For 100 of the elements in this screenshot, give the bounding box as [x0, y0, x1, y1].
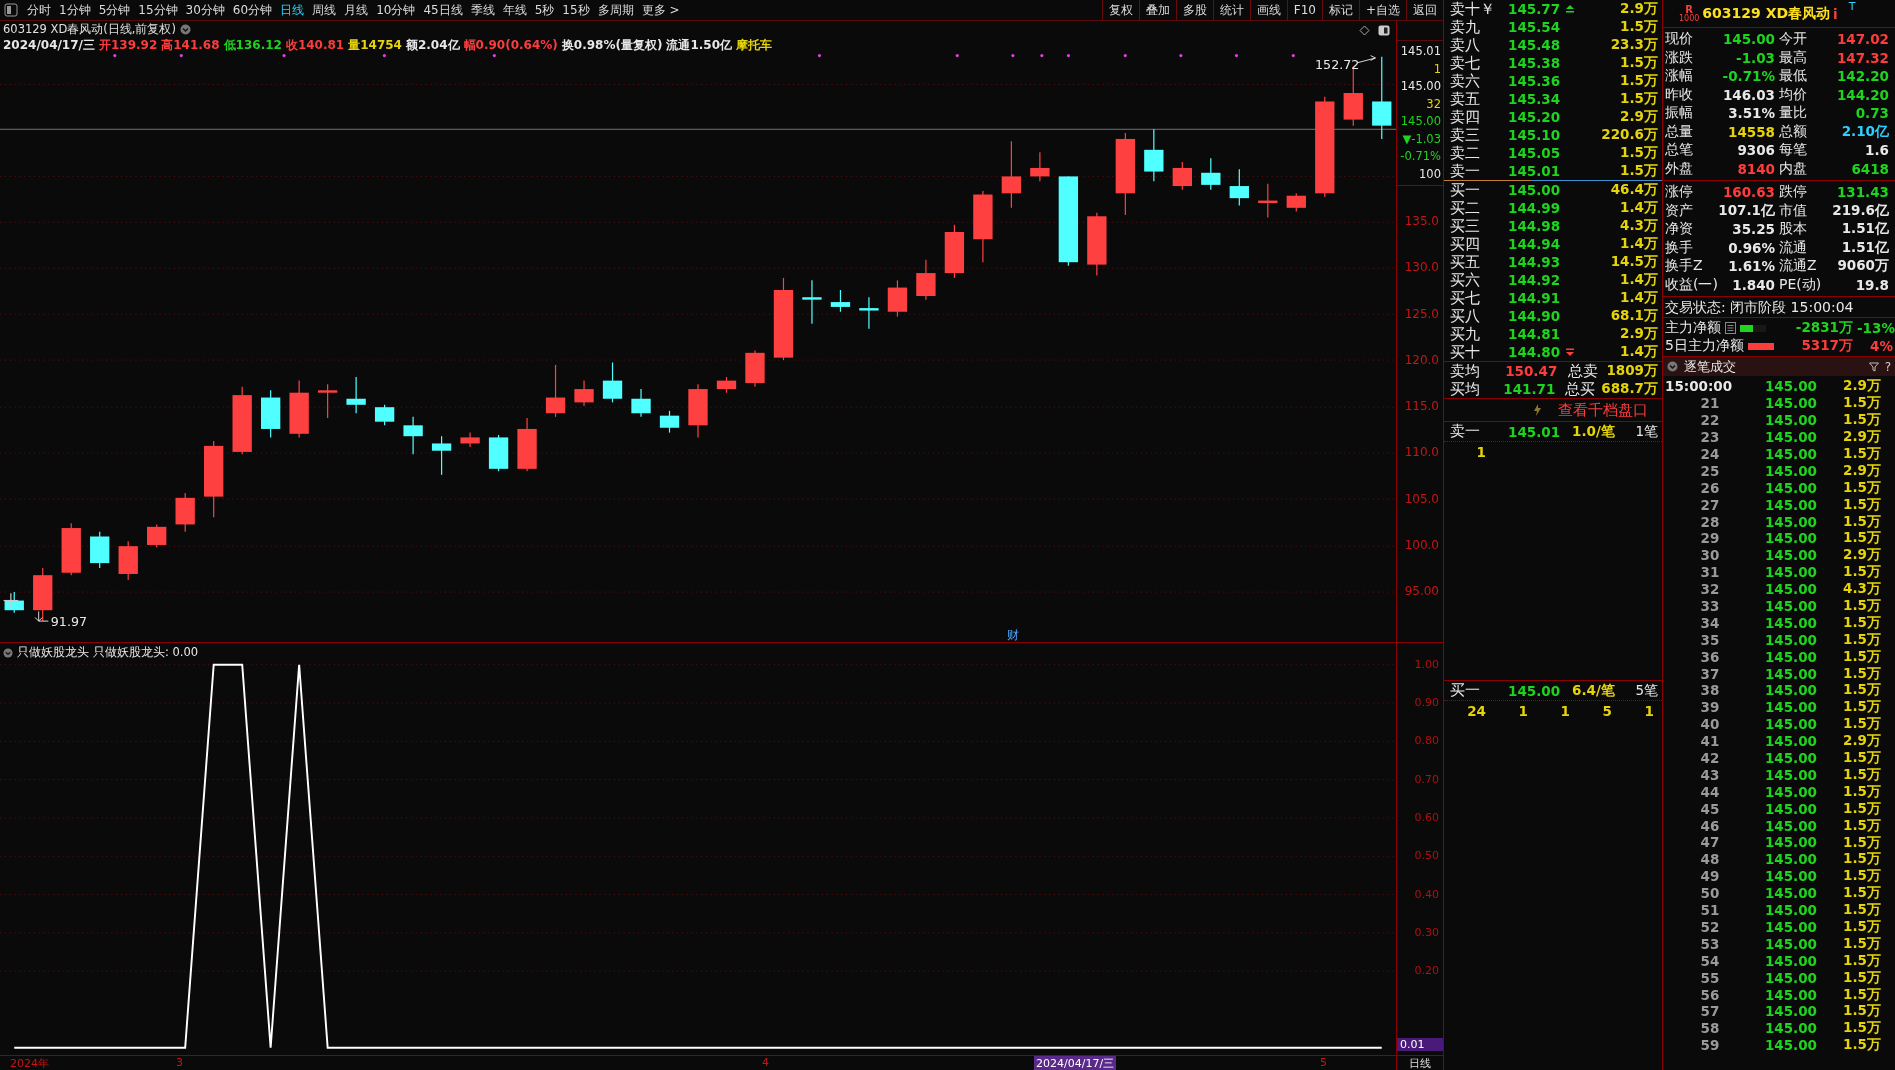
period-tab[interactable]: 年线: [498, 0, 531, 20]
period-tab[interactable]: 月线: [340, 0, 373, 20]
candlestick: [261, 389, 281, 439]
candlestick: [232, 386, 252, 455]
period-tab[interactable]: 15秒: [558, 0, 594, 20]
signal-dot: [179, 54, 183, 58]
candlestick: [716, 376, 737, 394]
flow-label: 主力净额: [1665, 319, 1721, 337]
quote-info: 高141.68: [161, 37, 220, 53]
bid-volume: 1.4万: [1619, 235, 1658, 253]
ask-level-label: 卖十￥: [1450, 0, 1496, 19]
period-tab[interactable]: 季线: [466, 0, 499, 20]
chevron-down-icon[interactable]: [1667, 361, 1678, 372]
ask-level-label: 卖一: [1450, 161, 1481, 181]
quote-info: 流通1.50亿: [666, 37, 732, 53]
window-icon[interactable]: [1378, 25, 1390, 36]
total-volume: 688.7万: [1601, 380, 1658, 398]
trade-volume: 1.5万: [1842, 681, 1881, 700]
trade-price: 145.00: [1763, 682, 1817, 699]
toolbar-button[interactable]: 标记: [1321, 0, 1359, 20]
period-tab[interactable]: 分时: [23, 0, 55, 20]
period-tab[interactable]: 1分钟: [55, 0, 95, 20]
period-tab[interactable]: 日线: [276, 0, 309, 20]
ask-volume: 1.5万: [1619, 18, 1658, 36]
bid-level-label: 买十: [1450, 342, 1481, 362]
candlestick: [859, 296, 879, 330]
ask-price: 145.54: [1508, 19, 1562, 35]
crosshair-icon: [3, 592, 19, 609]
stat-label: 涨幅: [1665, 67, 1693, 86]
stat-label: 换手: [1665, 238, 1693, 257]
signal-dot: [1179, 54, 1183, 58]
period-tab[interactable]: 15分钟: [134, 0, 182, 20]
candlestick: [4, 591, 24, 614]
period-tab[interactable]: 30分钟: [181, 0, 229, 20]
chevron-down-icon[interactable]: [3, 647, 13, 658]
list-icon[interactable]: [1725, 322, 1736, 334]
period-tab[interactable]: 10分钟: [372, 0, 420, 20]
stat-value: 14558: [1727, 123, 1775, 140]
stat-label: PE(动): [1779, 275, 1822, 294]
axis-tick-label: 0.30: [1414, 924, 1439, 941]
stat-value: 8140: [1736, 160, 1775, 177]
trade-volume: 1.5万: [1842, 816, 1881, 835]
period-tab[interactable]: 5秒: [530, 0, 559, 20]
candlestick: [61, 522, 81, 576]
filter-icon[interactable]: [1868, 361, 1879, 372]
trade-price: 145.00: [1763, 902, 1817, 919]
candlestick: [488, 434, 509, 472]
bid-volume: 1.4万: [1619, 199, 1658, 217]
panel-toggle-icon[interactable]: [4, 3, 18, 17]
ask-volume: 1.5万: [1619, 144, 1658, 162]
stat-label: 资产: [1665, 201, 1693, 220]
bid-price: 144.93: [1508, 254, 1562, 270]
trade-price: 145.00: [1763, 446, 1817, 462]
trade-volume: 1.5万: [1842, 934, 1881, 953]
stat-value: 144.20: [1835, 86, 1889, 103]
trade-volume: 1.5万: [1842, 833, 1881, 852]
toolbar-button[interactable]: +自选: [1358, 0, 1406, 20]
queue-label: 卖一: [1450, 422, 1481, 441]
trade-price: 145.00: [1763, 783, 1817, 800]
trade-volume: 1.5万: [1842, 445, 1881, 463]
trade-volume: 1.5万: [1842, 411, 1881, 430]
period-tab[interactable]: 45日线: [419, 0, 467, 20]
candlestick: [90, 531, 110, 569]
toolbar-button[interactable]: 复权: [1101, 0, 1139, 20]
depth-link[interactable]: 查看千档盘口: [1558, 400, 1648, 420]
toolbar-button[interactable]: 多股: [1175, 0, 1213, 20]
signal-dot: [1123, 54, 1127, 58]
bid-volume: 68.1万: [1609, 307, 1658, 325]
average-price: 150.47: [1505, 363, 1559, 379]
trade-price: 145.00: [1763, 834, 1817, 851]
toolbar-button[interactable]: 画线: [1249, 0, 1287, 20]
toolbar-button[interactable]: 返回: [1406, 0, 1443, 20]
trade-volume: 1.5万: [1842, 901, 1881, 920]
period-tab[interactable]: 更多 >: [637, 0, 684, 20]
stat-value: 6418: [1850, 160, 1889, 177]
chevron-down-icon[interactable]: [179, 23, 191, 35]
legend-label: 只做妖股龙头: 0.00: [93, 645, 199, 660]
period-tab[interactable]: 多周期: [593, 0, 638, 20]
stat-value: 145.00: [1721, 31, 1775, 48]
toolbar-button[interactable]: 统计: [1212, 0, 1250, 20]
help-link[interactable]: ?: [1884, 359, 1891, 374]
candlestick: [1001, 140, 1022, 209]
trade-volume: 1.5万: [1842, 563, 1881, 582]
period-tab[interactable]: 5分钟: [94, 0, 135, 20]
stat-label: 市值: [1779, 201, 1807, 220]
period-tab[interactable]: 60分钟: [228, 0, 277, 20]
stat-value: 142.20: [1835, 68, 1889, 85]
trade-price: 145.00: [1763, 378, 1817, 395]
toolbar-button[interactable]: 叠加: [1138, 0, 1176, 20]
lot-label: 1000: [1679, 13, 1700, 23]
info-mark[interactable]: i: [1833, 5, 1838, 22]
diamond-icon[interactable]: [1359, 25, 1370, 36]
trade-time: 32: [1699, 581, 1721, 598]
trade-time: 55: [1699, 969, 1721, 986]
toolbar-button[interactable]: F10: [1286, 0, 1322, 20]
axis-tick-label: 0.20: [1414, 963, 1439, 980]
period-tab[interactable]: 周线: [308, 0, 341, 20]
stat-label: 净资: [1665, 220, 1693, 239]
trade-time: 46: [1699, 817, 1721, 834]
ask-volume: 23.3万: [1609, 36, 1658, 54]
